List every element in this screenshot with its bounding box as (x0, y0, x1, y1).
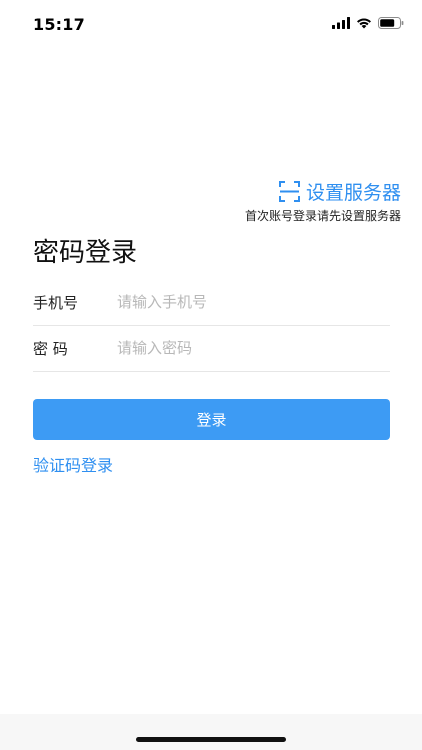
wifi-icon (357, 18, 371, 29)
cellular-signal-icon (332, 17, 350, 29)
password-row: 密 码 (33, 325, 390, 372)
battery-icon (378, 17, 404, 29)
sms-code-login-link[interactable]: 验证码登录 (33, 452, 113, 476)
phone-label: 手机号 (33, 293, 79, 312)
home-indicator[interactable] (136, 737, 286, 742)
set-server-link[interactable]: 设置服务器 (278, 178, 401, 205)
password-label: 密 码 (33, 339, 68, 358)
password-input[interactable] (117, 339, 390, 357)
phone-row: 手机号 (33, 279, 390, 326)
status-bar: 15:17 (0, 0, 422, 50)
status-time: 15:17 (33, 15, 85, 34)
scan-icon (278, 181, 300, 202)
login-button[interactable]: 登录 (33, 399, 390, 440)
phone-input[interactable] (117, 293, 390, 311)
status-icons (332, 17, 404, 29)
page-title: 密码登录 (33, 238, 138, 268)
server-hint: 首次账号登录请先设置服务器 (244, 209, 401, 223)
set-server-label: 设置服务器 (305, 182, 401, 204)
bottom-bar (0, 714, 422, 750)
